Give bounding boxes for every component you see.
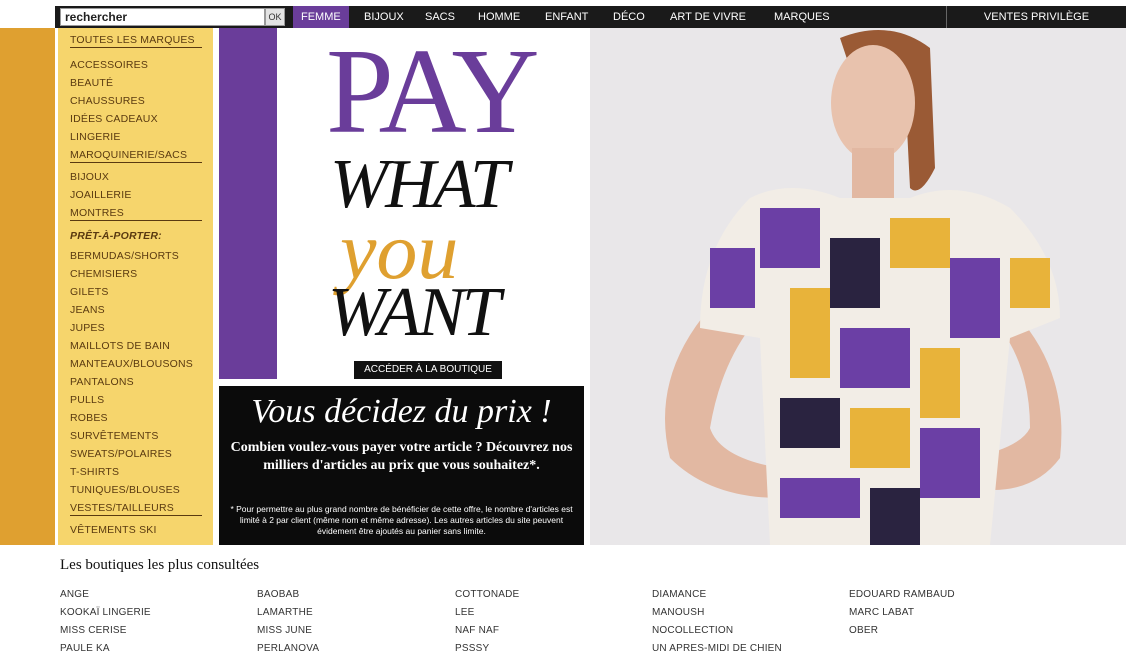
sidebar-item-maillots[interactable]: MAILLOTS DE BAIN — [70, 340, 202, 352]
model-illustration — [590, 28, 1126, 545]
hero-pay-text: PAY — [326, 24, 540, 159]
brand-link[interactable]: NAF NAF — [455, 625, 499, 636]
brand-link[interactable]: DIAMANCE — [652, 589, 706, 600]
brand-link[interactable]: COTTONADE — [455, 589, 519, 600]
nav-enfant[interactable]: ENFANT — [537, 6, 596, 28]
brand-link[interactable]: LAMARTHE — [257, 607, 313, 618]
hero-want-text: WANT — [328, 274, 501, 351]
sidebar-item-manteaux[interactable]: MANTEAUX/BLOUSONS — [70, 358, 202, 370]
nav-marques[interactable]: MARQUES — [766, 6, 838, 28]
sidebar-item-bermudas[interactable]: BERMUDAS/SHORTS — [70, 250, 202, 262]
sidebar-item-sweats[interactable]: SWEATS/POLAIRES — [70, 448, 202, 460]
brand-link[interactable]: OBER — [849, 625, 878, 636]
hero-purple-bar — [219, 28, 277, 379]
sidebar-item-robes[interactable]: ROBES — [70, 412, 202, 424]
brand-link[interactable]: PERLANOVA — [257, 643, 319, 654]
brand-link[interactable]: BAOBAB — [257, 589, 299, 600]
nav-deco[interactable]: DÉCO — [605, 6, 653, 28]
sidebar-item-lingerie[interactable]: LINGERIE — [70, 131, 202, 143]
sidebar-item-montres[interactable]: MONTRES — [70, 207, 202, 221]
price-panel-note: * Pour permettre au plus grand nombre de… — [230, 504, 573, 536]
sidebar-item-vetements-ski[interactable]: VÊTEMENTS SKI — [70, 524, 202, 536]
sidebar-item-beaute[interactable]: BEAUTÉ — [70, 77, 202, 89]
sidebar-item-pantalons[interactable]: PANTALONS — [70, 376, 202, 388]
sidebar-item-survetements[interactable]: SURVÊTEMENTS — [70, 430, 202, 442]
nav-ventes-privilege[interactable]: VENTES PRIVILÈGE — [946, 6, 1126, 28]
sidebar-heading-pret-a-porter: PRÊT-À-PORTER: — [70, 230, 162, 242]
brand-link[interactable]: MISS JUNE — [257, 625, 312, 636]
popular-boutiques-title: Les boutiques les plus consultées — [60, 557, 260, 573]
left-decor-strip — [0, 28, 55, 545]
sidebar-item-maroquinerie[interactable]: MAROQUINERIE/SACS — [70, 149, 202, 163]
sidebar-item-tshirts[interactable]: T-SHIRTS — [70, 466, 202, 478]
sidebar-item-vestes[interactable]: VESTES/TAILLEURS — [70, 502, 202, 516]
brand-link[interactable]: NOCOLLECTION — [652, 625, 733, 636]
sidebar-item-accessoires[interactable]: ACCESSOIRES — [70, 59, 202, 71]
brand-link[interactable]: KOOKAÏ LINGERIE — [60, 607, 151, 618]
price-panel-body: Combien voulez-vous payer votre article … — [230, 440, 573, 473]
sidebar-item-gilets[interactable]: GILETS — [70, 286, 202, 298]
sidebar-item-chemisiers[interactable]: CHEMISIERS — [70, 268, 202, 280]
category-sidebar: TOUTES LES MARQUES ACCESSOIRES BEAUTÉ CH… — [58, 28, 213, 545]
brand-link[interactable]: PAULE KA — [60, 643, 110, 654]
sidebar-item-toutes-les-marques[interactable]: TOUTES LES MARQUES — [70, 34, 202, 48]
access-boutique-button[interactable]: ACCÉDER À LA BOUTIQUE — [354, 361, 502, 379]
brand-link[interactable]: EDOUARD RAMBAUD — [849, 589, 955, 600]
sidebar-item-bijoux[interactable]: BIJOUX — [70, 171, 202, 183]
sidebar-item-chaussures[interactable]: CHAUSSURES — [70, 95, 202, 107]
sidebar-item-jupes[interactable]: JUPES — [70, 322, 202, 334]
sidebar-item-joaillerie[interactable]: JOAILLERIE — [70, 189, 202, 201]
sidebar-item-tuniques[interactable]: TUNIQUES/BLOUSES — [70, 484, 202, 496]
brand-link[interactable]: PSSSY — [455, 643, 489, 654]
price-panel-title: Vous décidez du prix ! — [251, 393, 552, 430]
nav-art-de-vivre[interactable]: ART DE VIVRE — [662, 6, 754, 28]
brand-link[interactable]: MARC LABAT — [849, 607, 914, 618]
search-ok-button[interactable]: OK — [265, 8, 285, 26]
brand-link[interactable]: UN APRES-MIDI DE CHIEN — [652, 643, 782, 654]
sidebar-item-pulls[interactable]: PULLS — [70, 394, 202, 406]
brand-link[interactable]: LEE — [455, 607, 475, 618]
sidebar-item-jeans[interactable]: JEANS — [70, 304, 202, 316]
search-input[interactable]: rechercher — [60, 8, 265, 26]
brand-link[interactable]: MANOUSH — [652, 607, 705, 618]
price-info-panel: Vous décidez du prix ! Combien voulez-vo… — [219, 386, 584, 545]
brand-link[interactable]: MISS CERISE — [60, 625, 127, 636]
sidebar-item-idees-cadeaux[interactable]: IDÉES CADEAUX — [70, 113, 202, 125]
hero-model-image[interactable] — [590, 28, 1126, 545]
brand-link[interactable]: ANGE — [60, 589, 89, 600]
